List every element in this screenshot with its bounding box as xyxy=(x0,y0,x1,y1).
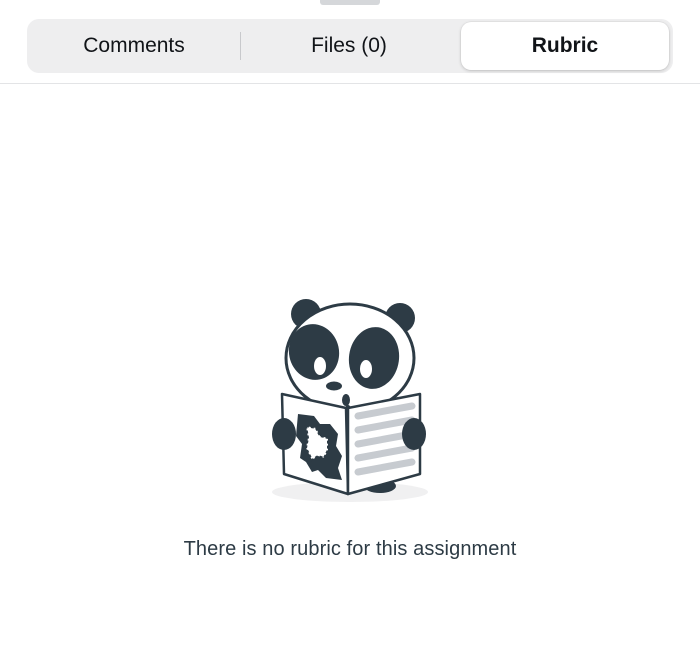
header-divider xyxy=(0,83,700,84)
tab-segmented-control: Comments Files (0) Rubric xyxy=(27,19,673,73)
tab-divider xyxy=(240,32,241,60)
rubric-sheet: Comments Files (0) Rubric There is no ru… xyxy=(0,0,700,664)
tab-comments[interactable]: Comments xyxy=(30,22,238,70)
tab-rubric[interactable]: Rubric xyxy=(461,22,669,70)
panda-reading-icon xyxy=(272,299,428,502)
empty-state-message: There is no rubric for this assignment xyxy=(183,538,517,560)
tab-files[interactable]: Files (0) xyxy=(245,22,453,70)
sheet-drag-handle[interactable] xyxy=(320,0,380,5)
